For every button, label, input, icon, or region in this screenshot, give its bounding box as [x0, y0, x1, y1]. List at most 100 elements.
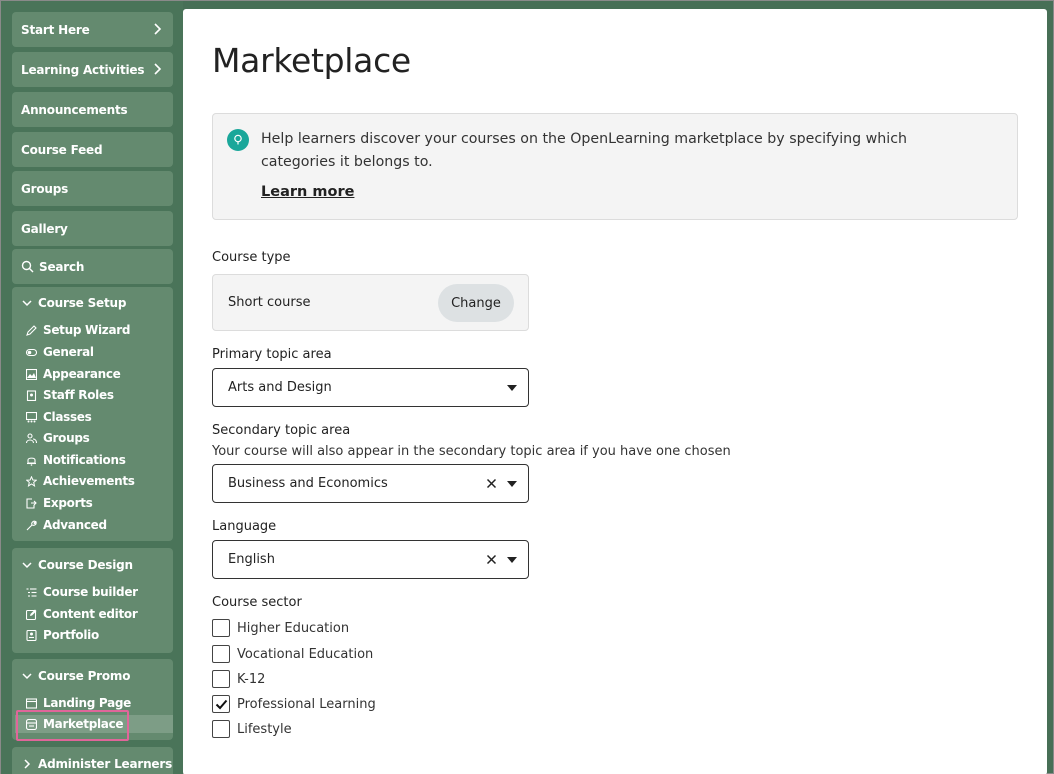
- sidebar-item-course-builder[interactable]: Course builder: [26, 583, 138, 601]
- sidebar-item-label: Notifications: [43, 453, 126, 467]
- image-icon: [26, 368, 37, 380]
- pencil-icon: [26, 324, 37, 336]
- caret-down-icon: [507, 385, 517, 391]
- secondary-topic-label: Secondary topic area: [212, 423, 351, 438]
- secondary-topic-select[interactable]: Business and Economics: [212, 464, 529, 503]
- course-setup-header[interactable]: Course Setup: [21, 296, 126, 310]
- administer-learners-group[interactable]: Administer Learners: [12, 747, 173, 774]
- sidebar-item-label: Setup Wizard: [43, 323, 131, 337]
- sidebar-item-content-editor[interactable]: Content editor: [26, 605, 138, 623]
- secondary-topic-value: Business and Economics: [228, 476, 388, 491]
- sidebar-item-label: Achievements: [43, 474, 135, 488]
- users-icon: [26, 432, 37, 443]
- learn-more-link[interactable]: Learn more: [261, 184, 354, 200]
- checkbox[interactable]: [212, 619, 230, 637]
- sidebar-item-label: Staff Roles: [43, 388, 114, 402]
- list-tree-icon: [26, 587, 37, 597]
- checkbox[interactable]: [212, 645, 230, 663]
- info-callout: Help learners discover your courses on t…: [212, 113, 1018, 220]
- change-button[interactable]: Change: [438, 284, 514, 322]
- sidebar-item-notifications[interactable]: Notifications: [26, 451, 126, 469]
- sidebar-item-classes[interactable]: Classes: [26, 408, 92, 426]
- close-icon[interactable]: [486, 478, 497, 489]
- checkbox-label: Vocational Education: [237, 646, 374, 662]
- sidebar-item-appearance[interactable]: Appearance: [26, 365, 121, 383]
- caret-down-icon: [507, 557, 517, 563]
- sidebar-item-label: Course builder: [43, 585, 138, 599]
- course-promo-header[interactable]: Course Promo: [21, 669, 130, 683]
- course-type-label: Course type: [212, 250, 291, 265]
- sidebar-item-label: Classes: [43, 410, 92, 424]
- course-design-group: Course Design Course builder Content edi…: [12, 548, 173, 653]
- chevron-right-icon: [154, 23, 162, 35]
- sidebar-item-label: Appearance: [43, 367, 121, 381]
- sidebar-item-landing-page[interactable]: Landing Page: [26, 694, 131, 712]
- checkbox-lifestyle[interactable]: Lifestyle: [212, 719, 292, 739]
- sidebar-item-marketplace[interactable]: Marketplace: [15, 715, 173, 733]
- group-title: Course Promo: [38, 669, 131, 683]
- classes-icon: [26, 411, 37, 422]
- sidebar-item-label: Advanced: [43, 518, 107, 532]
- nav-search[interactable]: Search: [12, 249, 173, 284]
- close-icon[interactable]: [486, 554, 497, 565]
- course-type-box: Short course Change: [212, 274, 529, 331]
- toggle-icon: [26, 348, 37, 356]
- nav-start-here[interactable]: Start Here: [12, 12, 173, 47]
- nav-label: Start Here: [21, 22, 90, 37]
- window-icon: [26, 697, 37, 709]
- info-text: Help learners discover your courses on t…: [261, 131, 907, 170]
- sidebar-item-groups[interactable]: Groups: [26, 429, 90, 447]
- nav-learning-activities[interactable]: Learning Activities: [12, 52, 173, 87]
- nav-gallery[interactable]: Gallery: [12, 211, 173, 246]
- sidebar-item-portfolio[interactable]: Portfolio: [26, 626, 99, 644]
- chevron-right-icon: [24, 759, 31, 769]
- checkbox-checked[interactable]: [212, 695, 230, 713]
- group-title: Course Setup: [38, 296, 127, 310]
- checkbox-label: K-12: [237, 671, 266, 687]
- sidebar-item-advanced[interactable]: Advanced: [26, 516, 107, 534]
- language-value: English: [228, 552, 275, 567]
- checkmark-icon: [215, 699, 228, 710]
- main-content: Marketplace Help learners discover your …: [183, 9, 1047, 774]
- nav-groups[interactable]: Groups: [12, 171, 173, 206]
- checkbox-higher-education[interactable]: Higher Education: [212, 618, 349, 638]
- checkbox-k12[interactable]: K-12: [212, 669, 265, 689]
- primary-topic-label: Primary topic area: [212, 347, 332, 362]
- sidebar: Start Here Learning Activities Announcem…: [1, 1, 183, 774]
- chevron-down-icon: [22, 562, 32, 569]
- course-design-header[interactable]: Course Design: [21, 558, 133, 572]
- page-title: Marketplace: [212, 41, 411, 80]
- nav-label: Groups: [21, 181, 69, 196]
- checkbox-vocational-education[interactable]: Vocational Education: [212, 644, 373, 664]
- chevron-down-icon: [22, 300, 32, 307]
- checkbox[interactable]: [212, 670, 230, 688]
- lightbulb-icon: [227, 129, 249, 151]
- edit-icon: [26, 609, 37, 620]
- caret-down-icon: [507, 481, 517, 487]
- nav-label: Search: [39, 259, 85, 274]
- sidebar-item-label: Marketplace: [43, 717, 124, 731]
- language-select[interactable]: English: [212, 540, 529, 579]
- sidebar-item-general[interactable]: General: [26, 343, 94, 361]
- sidebar-item-label: Groups: [43, 431, 90, 445]
- sidebar-item-achievements[interactable]: Achievements: [26, 472, 135, 490]
- nav-course-feed[interactable]: Course Feed: [12, 132, 173, 167]
- checkbox-professional-learning[interactable]: Professional Learning: [212, 694, 376, 714]
- primary-topic-select[interactable]: Arts and Design: [212, 368, 529, 407]
- checkbox-label: Professional Learning: [237, 696, 376, 712]
- nav-label: Course Feed: [21, 142, 103, 157]
- sidebar-item-label: Content editor: [43, 607, 138, 621]
- checkbox-label: Higher Education: [237, 620, 350, 636]
- badge-icon: [26, 389, 37, 401]
- checkbox[interactable]: [212, 720, 230, 738]
- administer-learners-header[interactable]: Administer Learners: [21, 757, 172, 771]
- sidebar-item-setup-wizard[interactable]: Setup Wizard: [26, 321, 130, 339]
- sidebar-item-exports[interactable]: Exports: [26, 494, 93, 512]
- search-icon: [21, 260, 34, 273]
- chevron-down-icon: [22, 673, 32, 680]
- nav-announcements[interactable]: Announcements: [12, 92, 173, 127]
- bell-icon: [27, 457, 36, 466]
- sidebar-item-label: Landing Page: [43, 696, 131, 710]
- sidebar-item-staff-roles[interactable]: Staff Roles: [26, 386, 114, 404]
- course-setup-group: Course Setup Setup Wizard General Appear…: [12, 287, 173, 541]
